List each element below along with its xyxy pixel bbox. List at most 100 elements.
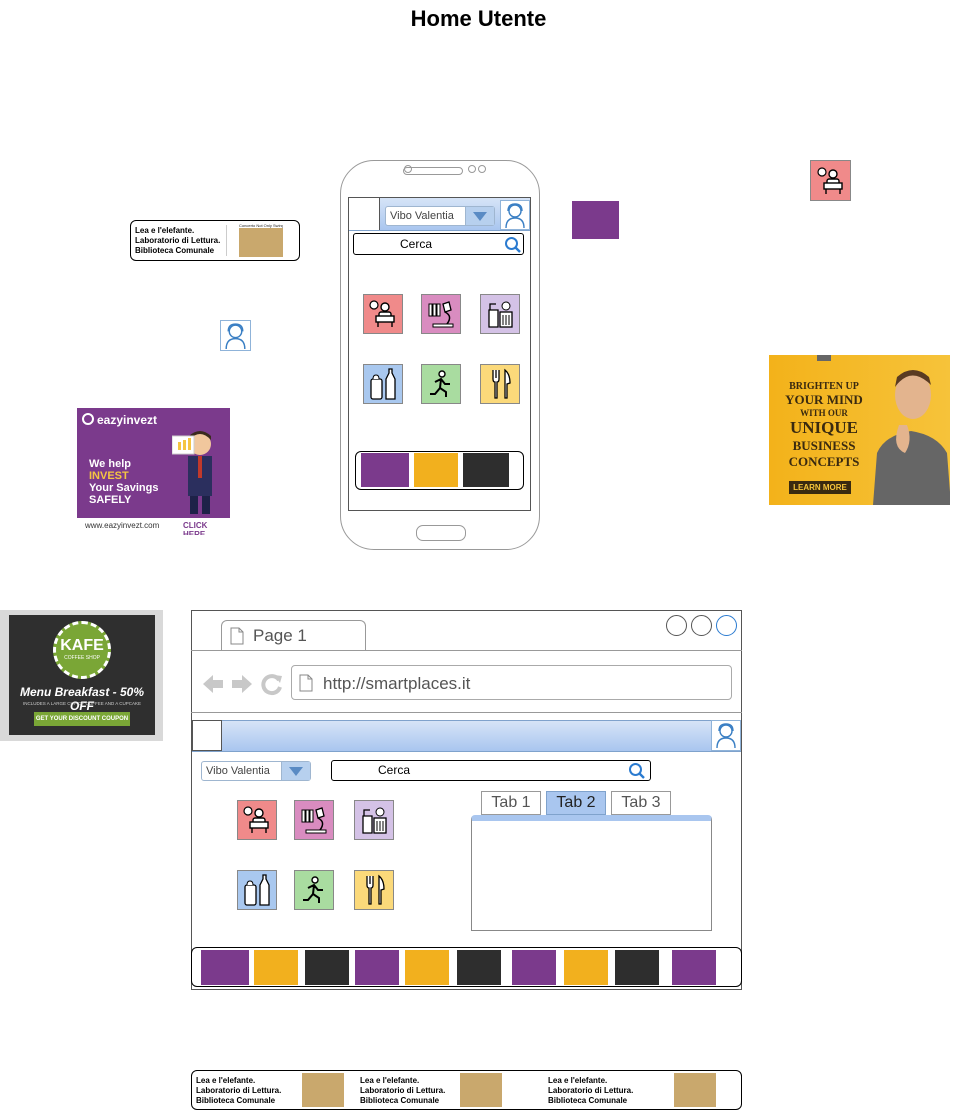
phone-city-select[interactable]: Vibo Valentia (385, 206, 495, 226)
invest-ad[interactable]: eazyinvezt We help INVEST Your Savings S… (77, 408, 230, 535)
ad-thumb-invest[interactable] (512, 950, 556, 985)
lea-ad-line3: Biblioteca Comunale (360, 1096, 440, 1105)
invest-ad-thumbnail[interactable] (572, 201, 619, 239)
kafe-ad-inner: KAFE COFFEE SHOP Menu Breakfast - 50% OF… (9, 615, 155, 735)
phone-sensor (468, 165, 476, 173)
business-ad-line2: YOUR MIND (785, 392, 863, 407)
lea-ad-thumb-caption: Concerto Not Only Swing (239, 223, 283, 228)
kafe-ad-cta[interactable]: GET YOUR DISCOUNT COUPON (34, 712, 130, 726)
microscope-icon[interactable] (421, 294, 461, 334)
forward-arrow-icon[interactable] (230, 672, 254, 696)
ad-thumb-invest[interactable] (201, 950, 249, 985)
kafe-ad-headline: Menu Breakfast - 50% OFF (19, 685, 145, 713)
phone-camera (404, 165, 412, 173)
browser-tab-label: Page 1 (253, 626, 307, 645)
search-icon[interactable] (504, 236, 522, 254)
invest-ad-cta[interactable]: CLICK HERE (183, 521, 230, 535)
search-icon[interactable] (628, 762, 646, 780)
user-icon[interactable] (220, 320, 251, 351)
running-exit-icon[interactable] (294, 870, 334, 910)
ad-thumb-invest[interactable] (361, 453, 409, 487)
search-input[interactable]: Cerca (331, 760, 651, 781)
ad-thumb-kafe[interactable] (463, 453, 509, 487)
reload-icon[interactable] (260, 672, 284, 696)
search-label: Cerca (378, 763, 411, 777)
window-maximize-button[interactable] (691, 615, 712, 636)
browser-tab[interactable]: Page 1 (221, 620, 366, 651)
phone-user-icon[interactable] (500, 200, 530, 230)
business-ad-line4: UNIQUE (789, 418, 858, 437)
fork-knife-icon[interactable] (354, 870, 394, 910)
window-minimize-button[interactable] (666, 615, 687, 636)
chevron-down-icon (281, 762, 310, 780)
waiting-person-icon[interactable] (810, 160, 851, 201)
url-text: http://smartplaces.it (323, 674, 471, 693)
kafe-ad-sub: COFFEE SHOP (64, 655, 100, 661)
invest-ad-line3: Your Savings (89, 482, 159, 494)
lea-ad-line1: Lea e l'elefante. (135, 226, 195, 235)
window-close-button[interactable] (716, 615, 737, 636)
ad-thumb-business[interactable] (254, 950, 298, 985)
lea-ad-line2: Laboratorio di Lettura. (196, 1086, 282, 1095)
kafe-ad-small: INCLUDES A LARGE CUP OF COFFEE AND A CUP… (23, 701, 141, 706)
lea-ad-thumbnail[interactable] (460, 1073, 502, 1107)
bottles-icon[interactable] (363, 364, 403, 404)
app-menu-box[interactable] (192, 720, 222, 751)
waiting-person-icon[interactable] (363, 294, 403, 334)
back-arrow-icon[interactable] (201, 672, 225, 696)
invest-ad-character (171, 426, 222, 516)
bottles-icon[interactable] (237, 870, 277, 910)
page-icon (299, 674, 313, 692)
ad-thumb-kafe[interactable] (457, 950, 501, 985)
invest-ad-logo-icon (82, 413, 94, 425)
running-exit-icon[interactable] (421, 364, 461, 404)
lea-ad-line2: Laboratorio di Lettura. (548, 1086, 634, 1095)
ad-thumb-business[interactable] (564, 950, 608, 985)
fork-knife-icon[interactable] (480, 364, 520, 404)
url-bar[interactable]: http://smartplaces.it (291, 665, 732, 700)
ad-thumb-business[interactable] (405, 950, 449, 985)
waiting-person-icon[interactable] (237, 800, 277, 840)
phone-search-input[interactable]: Cerca (353, 233, 524, 255)
lea-ad-line3: Biblioteca Comunale (135, 246, 215, 255)
invest-ad-line1: We help (89, 458, 131, 470)
lea-ad-strip: Lea e l'elefante. Laboratorio di Lettura… (191, 1070, 742, 1110)
lea-ad-thumbnail[interactable] (302, 1073, 344, 1107)
tab-3[interactable]: Tab 3 (611, 791, 671, 815)
lea-ad-line3: Biblioteca Comunale (548, 1096, 628, 1105)
cleaning-supplies-icon[interactable] (354, 800, 394, 840)
business-ad-line3: WITH OUR (800, 408, 848, 418)
cleaning-supplies-icon[interactable] (480, 294, 520, 334)
invest-ad-url: www.eazyinvezt.com (85, 521, 160, 530)
lea-ad-thumbnail: Concerto Not Only Swing (239, 223, 283, 257)
invest-ad-brand: eazyinvezt (97, 413, 158, 427)
tab-bar-divider (191, 650, 742, 651)
kafe-ad-brand: KAFE (60, 637, 104, 654)
page-title: Home Utente (410, 6, 547, 31)
phone-menu-box[interactable] (349, 198, 380, 230)
chevron-down-icon (465, 207, 494, 225)
lea-ad-line3: Biblioteca Comunale (196, 1096, 276, 1105)
ad-thumb-invest[interactable] (672, 950, 716, 985)
ad-thumb-invest[interactable] (355, 950, 399, 985)
business-ad[interactable]: BRIGHTEN UP YOUR MIND WITH OUR UNIQUE BU… (769, 355, 950, 505)
lea-ad-thumbnail[interactable] (674, 1073, 716, 1107)
app-user-icon[interactable] (711, 720, 741, 751)
tab-2[interactable]: Tab 2 (546, 791, 606, 815)
phone-home-button[interactable] (416, 525, 466, 541)
ad-thumb-kafe[interactable] (305, 950, 349, 985)
kafe-ad[interactable]: KAFE COFFEE SHOP Menu Breakfast - 50% OF… (0, 610, 163, 741)
tab-1[interactable]: Tab 1 (481, 791, 541, 815)
phone-city-select-value: Vibo Valentia (390, 210, 454, 222)
city-select[interactable]: Vibo Valentia (201, 761, 311, 781)
business-ad-cta[interactable]: LEARN MORE (789, 481, 851, 494)
lea-ad-divider (226, 225, 227, 256)
lea-ad-line1: Lea e l'elefante. (548, 1076, 608, 1085)
microscope-icon[interactable] (294, 800, 334, 840)
ad-thumb-kafe[interactable] (615, 950, 659, 985)
phone-sensor-2 (478, 165, 486, 173)
lea-ad-banner[interactable]: Lea e l'elefante. Laboratorio di Lettura… (130, 220, 300, 261)
nav-divider (191, 712, 742, 713)
ad-thumb-business[interactable] (414, 453, 458, 487)
invest-ad-line4: SAFELY (89, 494, 132, 506)
